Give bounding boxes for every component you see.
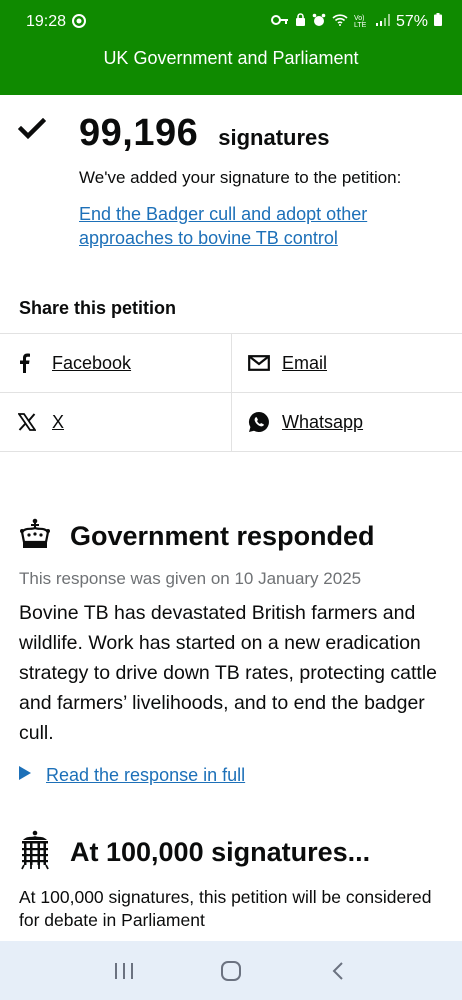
signature-added-message: We've added your signature to the petiti… [79, 168, 402, 187]
battery-icon [434, 13, 442, 31]
share-grid: Facebook Email X Whatsapp [0, 333, 462, 452]
system-nav-bar [0, 941, 462, 1000]
whatsapp-icon [248, 411, 282, 433]
response-summary: Bovine TB has devastated British farmers… [19, 602, 438, 744]
share-email[interactable]: Email [231, 334, 462, 392]
status-time: 19:28 [26, 13, 67, 30]
app-notification-icon [72, 14, 87, 30]
facebook-icon [18, 353, 52, 373]
government-response-title: Government responded [70, 521, 375, 551]
battery-percent: 57% [395, 13, 428, 30]
x-icon [18, 413, 52, 431]
debate-threshold-title: At 100,000 signatures... [70, 837, 371, 867]
signature-count-label: signatures [218, 125, 330, 150]
share-whatsapp[interactable]: Whatsapp [231, 393, 462, 451]
email-icon [248, 355, 282, 371]
alarm-icon [312, 13, 326, 32]
home-button[interactable] [211, 951, 251, 991]
signature-count-row: 99,196 signatures [79, 112, 330, 155]
home-icon [220, 960, 241, 981]
volte-icon: Vo) LTE [353, 15, 367, 29]
page-title: UK Government and Parliament [103, 48, 359, 68]
back-icon [332, 961, 344, 980]
share-row: Facebook Email [0, 334, 462, 393]
crown-icon [18, 518, 52, 555]
signature-count: 99,196 [79, 112, 199, 154]
share-facebook-link[interactable]: Facebook [52, 353, 131, 374]
share-x[interactable]: X [0, 393, 231, 451]
petition-title-link[interactable]: End the Badger cull and adopt other appr… [79, 202, 409, 250]
share-email-link[interactable]: Email [282, 353, 327, 374]
key-icon [270, 13, 289, 31]
share-whatsapp-link[interactable]: Whatsapp [282, 412, 363, 433]
check-icon [17, 117, 47, 145]
response-date: This response was given on 10 January 20… [19, 569, 362, 588]
app-header: 19:28 Vo) LTE 57% UK Government and Parl… [0, 0, 462, 95]
read-response-link[interactable]: Read the response in full [46, 765, 245, 786]
share-section-title: Share this petition [19, 298, 177, 318]
read-response-toggle[interactable]: Read the response in full [18, 765, 245, 786]
back-button[interactable] [318, 951, 358, 991]
status-bar: 19:28 Vo) LTE 57% [0, 0, 462, 44]
government-response-heading: Government responded [18, 518, 375, 555]
debate-threshold-text: At 100,000 signatures, this petition wil… [19, 887, 432, 930]
recent-apps-icon [114, 962, 133, 979]
caret-right-icon [18, 765, 32, 786]
share-x-link[interactable]: X [52, 412, 64, 433]
portcullis-icon [18, 830, 52, 875]
share-row: X Whatsapp [0, 393, 462, 452]
recent-apps-button[interactable] [104, 951, 144, 991]
debate-threshold-heading: At 100,000 signatures... [18, 830, 370, 875]
share-facebook[interactable]: Facebook [0, 334, 231, 392]
wifi-icon [332, 13, 348, 31]
signal-icon [375, 13, 390, 31]
lock-icon [295, 12, 306, 32]
